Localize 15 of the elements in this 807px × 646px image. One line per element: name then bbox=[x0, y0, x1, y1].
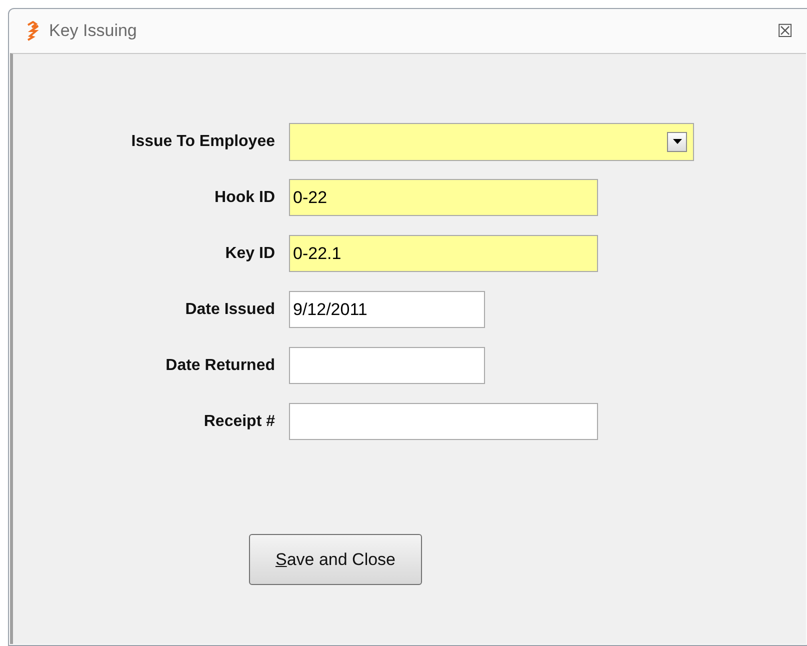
field-label: Issue To Employee bbox=[130, 132, 276, 152]
text-field[interactable] bbox=[289, 347, 485, 384]
field-label: Receipt # bbox=[202, 412, 276, 432]
close-button[interactable]: ☒ bbox=[777, 22, 793, 40]
field-label: Date Issued bbox=[184, 300, 276, 320]
text-field[interactable]: 0-22.1 bbox=[289, 235, 598, 272]
field-label: Date Returned bbox=[164, 356, 276, 376]
text-field[interactable]: 9/12/2011 bbox=[289, 291, 485, 328]
field-label: Hook ID bbox=[214, 188, 276, 208]
app-icon bbox=[25, 21, 41, 41]
window-title: Key Issuing bbox=[49, 20, 137, 42]
text-field[interactable] bbox=[289, 403, 598, 440]
field-label: Key ID bbox=[224, 244, 276, 264]
save-and-close-button[interactable]: Save and Close bbox=[249, 534, 422, 585]
text-field[interactable]: 0-22 bbox=[289, 179, 598, 216]
